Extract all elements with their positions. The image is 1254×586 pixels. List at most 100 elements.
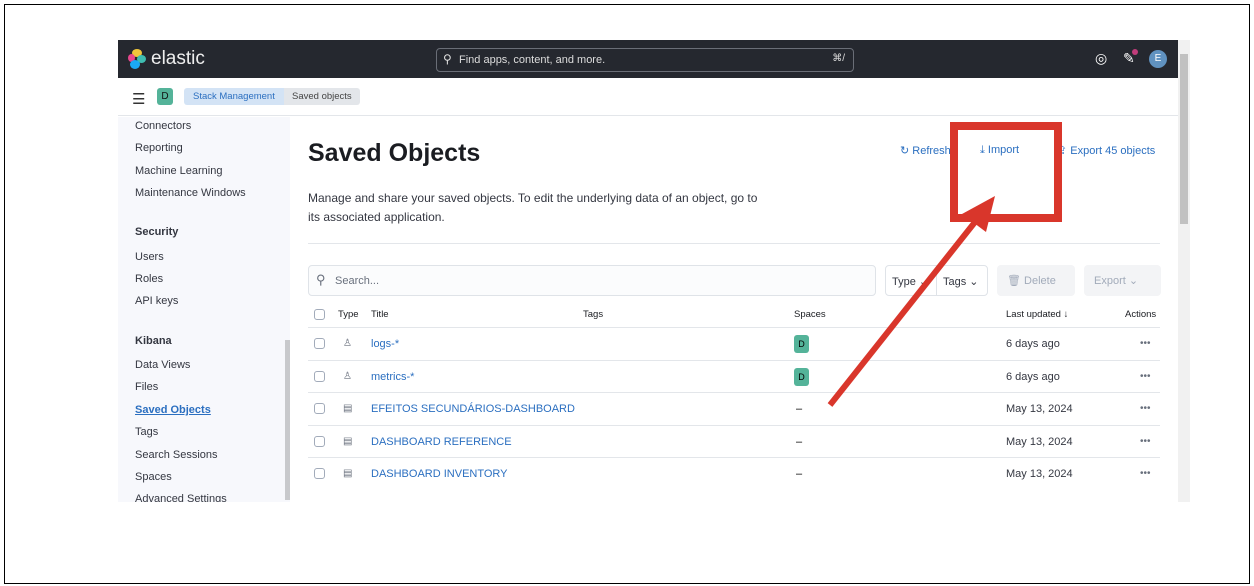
tags-filter-label: Tags (943, 276, 966, 288)
table-row: ▤ DASHBOARD REFERENCE – May 13, 2024 ••• (308, 425, 1160, 457)
search-icon: ⚲ (443, 52, 452, 66)
search-placeholder: Find apps, content, and more. (459, 54, 605, 66)
page-title: Saved Objects (308, 139, 480, 168)
import-icon: ⤓ (980, 144, 988, 156)
sidebar-item: Security (135, 226, 178, 238)
table-row: ▤ EFEITOS SECUNDÁRIOS-DASHBOARD – May 13,… (308, 392, 1160, 424)
object-title-link[interactable]: DASHBOARD INVENTORY (371, 468, 508, 480)
last-updated: May 13, 2024 (1006, 468, 1073, 480)
sidebar-item[interactable]: Tags (135, 426, 158, 438)
space-empty: – (796, 436, 802, 448)
breadcrumb-bar: ☰ D Stack Management Saved objects (118, 78, 1178, 116)
object-title-link[interactable]: metrics-* (371, 371, 414, 383)
global-search-input[interactable]: ⚲ Find apps, content, and more. ⌘/ (436, 48, 854, 72)
actions-menu-icon[interactable]: ••• (1140, 436, 1151, 447)
index-pattern-icon: ♙ (343, 338, 352, 349)
last-updated: 6 days ago (1006, 371, 1060, 383)
sidebar-item[interactable]: Reporting (135, 142, 183, 154)
delete-button[interactable]: 🗑 Delete (997, 265, 1075, 296)
sidebar-item[interactable]: Data Views (135, 359, 190, 371)
column-last-updated[interactable]: Last updated ↓ (1006, 309, 1068, 320)
sidebar-item[interactable]: Connectors (135, 120, 191, 132)
export-label: Export (1094, 275, 1126, 287)
row-checkbox[interactable] (314, 403, 325, 414)
actions-menu-icon[interactable]: ••• (1140, 468, 1151, 479)
trash-icon: 🗑 (1007, 275, 1024, 287)
page-description: Manage and share your saved objects. To … (308, 189, 758, 227)
select-all-checkbox[interactable] (314, 309, 325, 320)
space-empty: – (796, 468, 802, 480)
space-badge[interactable]: D (794, 335, 809, 353)
sidebar-item[interactable]: Roles (135, 273, 163, 285)
export-button[interactable]: Export ⌄ (1084, 265, 1161, 296)
keyboard-shortcut: ⌘/ (832, 53, 845, 64)
actions-menu-icon[interactable]: ••• (1140, 338, 1151, 349)
sidebar-item[interactable]: Saved Objects (135, 404, 211, 416)
page-scrollbar[interactable] (1178, 40, 1190, 502)
column-spaces: Spaces (794, 309, 826, 320)
refresh-label: Refresh (912, 145, 951, 157)
delete-label: Delete (1024, 275, 1056, 287)
dashboard-icon: ▤ (343, 468, 352, 479)
space-selector[interactable]: D (157, 88, 173, 105)
index-pattern-icon: ♙ (343, 371, 352, 382)
actions-menu-icon[interactable]: ••• (1140, 403, 1151, 414)
elastic-logo-icon (128, 49, 146, 69)
brand-name: elastic (151, 48, 205, 70)
column-actions: Actions (1125, 309, 1156, 320)
table-row: ▤ DASHBOARD INVENTORY – May 13, 2024 ••• (308, 457, 1160, 489)
sidebar-item[interactable]: Users (135, 251, 164, 263)
top-header: elastic ⚲ Find apps, content, and more. … (118, 40, 1178, 78)
user-avatar[interactable]: E (1149, 50, 1167, 68)
column-tags: Tags (583, 309, 603, 320)
sidebar-item[interactable]: API keys (135, 295, 178, 307)
import-button[interactable]: ⤓ Import (980, 144, 1019, 157)
sidebar-item[interactable]: Files (135, 381, 158, 393)
type-filter-button[interactable]: Type ⌄ (885, 265, 937, 296)
export-all-label: Export 45 objects (1070, 145, 1155, 157)
sidebar: Connectors Reporting Machine Learning Maint… (118, 117, 290, 502)
sidebar-item: Kibana (135, 335, 172, 347)
export-all-button[interactable]: ⇪ Export 45 objects (1058, 144, 1155, 157)
sidebar-item[interactable]: Spaces (135, 471, 172, 483)
row-checkbox[interactable] (314, 436, 325, 447)
row-checkbox[interactable] (314, 371, 325, 382)
main-content: Saved Objects Manage and share your save… (290, 117, 1178, 502)
breadcrumb-stack-management[interactable]: Stack Management (184, 88, 287, 105)
search-placeholder: Search... (335, 275, 379, 287)
sidebar-item[interactable]: Search Sessions (135, 449, 218, 461)
table-row: ♙ logs-* D 6 days ago ••• (308, 327, 1160, 359)
sidebar-item[interactable]: Advanced Settings (135, 493, 227, 502)
tags-filter-button[interactable]: Tags ⌄ (936, 265, 988, 296)
row-checkbox[interactable] (314, 468, 325, 479)
notification-dot (1132, 49, 1138, 55)
object-title-link[interactable]: logs-* (371, 338, 399, 350)
space-empty: – (796, 403, 802, 415)
row-checkbox[interactable] (314, 338, 325, 349)
sidebar-item[interactable]: Maintenance Windows (135, 187, 246, 199)
last-updated: May 13, 2024 (1006, 403, 1073, 415)
object-title-link[interactable]: EFEITOS SECUNDÁRIOS-DASHBOARD (371, 403, 575, 415)
help-icon[interactable]: ◎ (1095, 50, 1107, 67)
refresh-button[interactable]: ↻ Refresh (900, 144, 951, 157)
column-title[interactable]: Title (371, 309, 389, 320)
last-updated: 6 days ago (1006, 338, 1060, 350)
menu-icon[interactable]: ☰ (132, 90, 145, 108)
dashboard-icon: ▤ (343, 403, 352, 414)
type-filter-label: Type (892, 276, 916, 288)
object-title-link[interactable]: DASHBOARD REFERENCE (371, 436, 512, 448)
import-label: Import (988, 144, 1019, 156)
kibana-window: elastic ⚲ Find apps, content, and more. … (118, 40, 1190, 502)
search-icon: ⚲ (316, 272, 326, 288)
table-row: ♙ metrics-* D 6 days ago ••• (308, 360, 1160, 392)
table-search-input[interactable]: ⚲ Search... (308, 265, 876, 296)
column-type[interactable]: Type (338, 309, 359, 320)
dashboard-icon: ▤ (343, 436, 352, 447)
last-updated: May 13, 2024 (1006, 436, 1073, 448)
breadcrumb-saved-objects: Saved objects (284, 88, 360, 105)
divider (308, 243, 1160, 244)
sidebar-item[interactable]: Machine Learning (135, 165, 222, 177)
actions-menu-icon[interactable]: ••• (1140, 371, 1151, 382)
elastic-logo[interactable]: elastic (128, 48, 205, 70)
space-badge[interactable]: D (794, 368, 809, 386)
